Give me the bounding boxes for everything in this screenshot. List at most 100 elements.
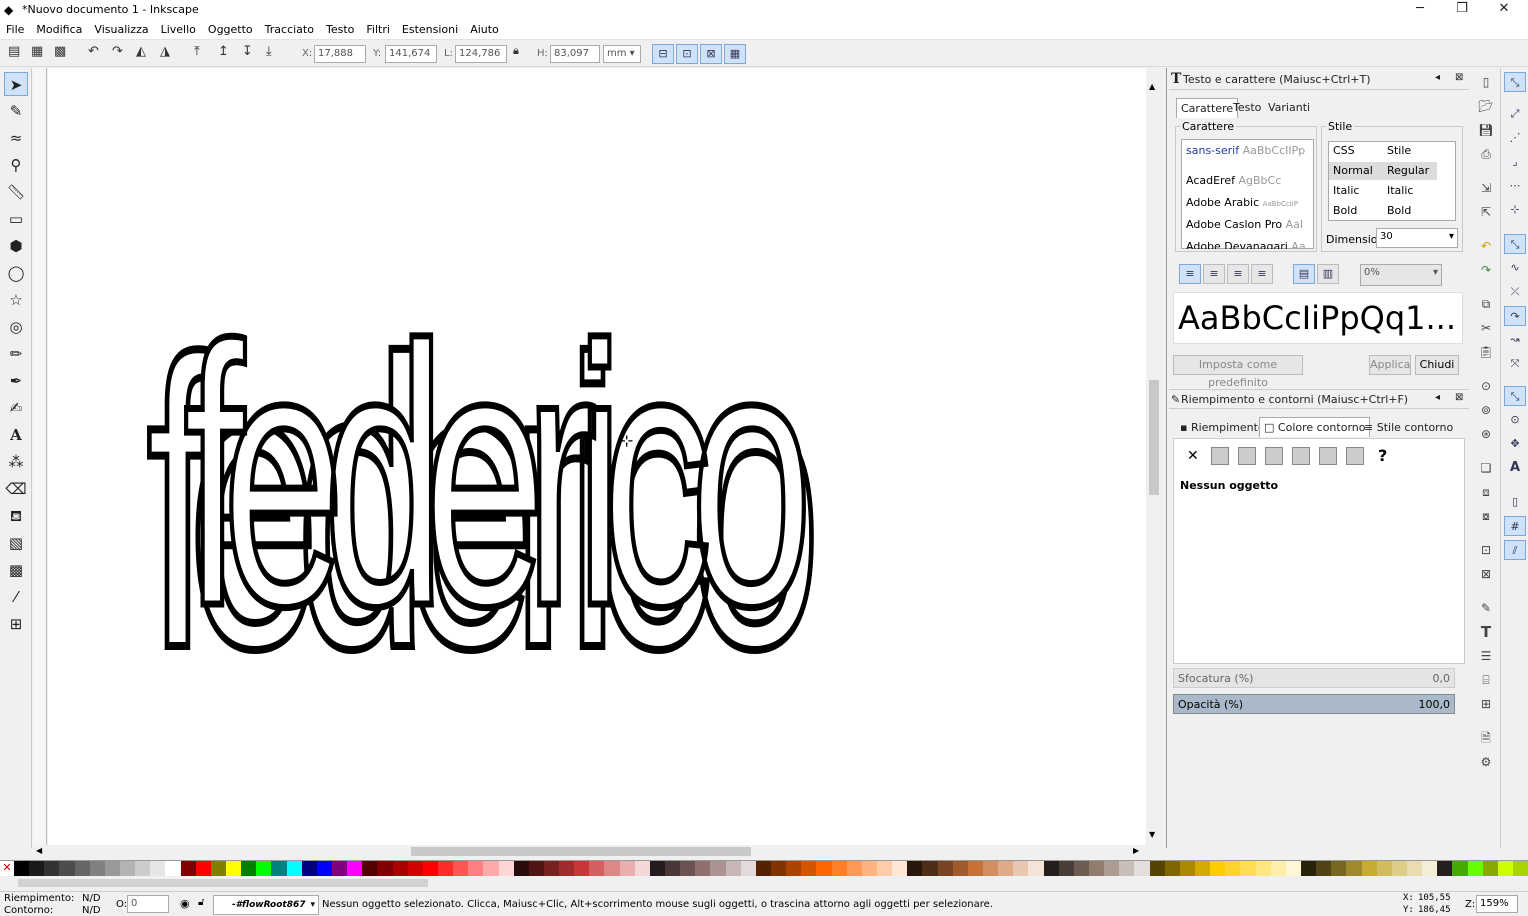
palette-swatch[interactable] (14, 861, 30, 876)
document-properties-icon[interactable]: 🗎︎ (1478, 730, 1494, 746)
zoom-selection-icon[interactable]: ⊙ (1478, 378, 1494, 394)
menu-filters[interactable]: Filtri (360, 20, 396, 36)
palette-swatch[interactable] (1376, 861, 1392, 876)
palette-swatch[interactable] (740, 861, 756, 876)
palette-swatch[interactable] (256, 861, 272, 876)
palette-swatch[interactable] (286, 861, 302, 876)
snap-nodes-icon[interactable]: ⤡ (1504, 234, 1526, 254)
swatch-button[interactable] (1346, 447, 1364, 465)
palette-swatch[interactable] (392, 861, 408, 876)
palette-swatch[interactable] (816, 861, 832, 876)
palette-swatch[interactable] (437, 861, 454, 876)
palette-swatch[interactable] (710, 861, 726, 876)
palette-swatch[interactable] (1361, 861, 1377, 876)
palette-swatch[interactable] (498, 861, 514, 876)
palette-swatch[interactable] (922, 861, 938, 876)
tweak-tool-icon[interactable]: ≈ (4, 126, 28, 150)
palette-swatch[interactable] (377, 861, 393, 876)
undo-icon[interactable]: ↶ (1478, 238, 1494, 254)
zoom-page-icon[interactable]: ⊛ (1478, 426, 1494, 442)
unset-paint-button[interactable]: ? (1378, 446, 1387, 465)
palette-swatch[interactable] (29, 861, 45, 876)
palette-swatch[interactable] (574, 861, 590, 876)
palette-swatch[interactable] (877, 861, 893, 876)
group-icon[interactable]: ⊡ (1478, 542, 1494, 558)
no-color-icon[interactable]: ✕ (0, 861, 14, 876)
selector-tool-icon[interactable]: ➤ (4, 72, 28, 96)
restore-button[interactable]: ❐ (1442, 0, 1482, 20)
palette-swatch[interactable] (422, 861, 438, 876)
tab-riempimento[interactable]: ▪ Riempimento (1176, 418, 1269, 437)
preferences-icon[interactable]: ⚙︎ (1478, 754, 1494, 770)
palette-swatch[interactable] (665, 861, 681, 876)
palette-swatch[interactable] (1467, 861, 1483, 876)
palette-swatch[interactable] (1346, 861, 1362, 876)
linear-gradient-button[interactable] (1238, 447, 1256, 465)
font-row[interactable]: Adobe Caslon Pro AaI (1186, 218, 1303, 231)
palette-swatch[interactable] (649, 861, 666, 876)
palette-swatch[interactable] (195, 861, 211, 876)
palette-swatch[interactable] (1164, 861, 1180, 876)
tab-stile-contorno[interactable]: ≡ Stile contorno (1360, 418, 1457, 437)
font-row[interactable]: Adobe Devanagari Aa (1186, 240, 1306, 249)
no-paint-button[interactable]: ✕ (1187, 448, 1199, 464)
palette-swatch[interactable] (1088, 861, 1105, 876)
lower-to-bottom-icon[interactable]: ⤓ (266, 44, 272, 59)
vertical-scroll-thumb[interactable] (1149, 380, 1159, 495)
line-spacing-select[interactable]: 0% ▾ (1360, 264, 1442, 286)
palette-swatch[interactable] (1119, 861, 1135, 876)
align-distribute-icon[interactable]: ⊞ (1478, 696, 1494, 712)
rotate-cw-icon[interactable]: ↷ (112, 44, 123, 59)
palette-swatch[interactable] (1422, 861, 1438, 876)
palette-swatch[interactable] (59, 861, 75, 876)
palette-swatch[interactable] (1270, 861, 1286, 876)
tab-testo[interactable]: Testo (1229, 98, 1265, 117)
unit-select[interactable]: mm ▾ (603, 45, 641, 63)
palette-swatch[interactable] (680, 861, 696, 876)
palette-swatch[interactable] (44, 861, 60, 876)
canvas[interactable]: federico federico ⊹ (48, 68, 1146, 845)
palette-swatch[interactable] (604, 861, 620, 876)
stroke-indicator-value[interactable]: N/D (82, 905, 101, 916)
star-tool-icon[interactable]: ☆ (4, 288, 28, 312)
snap-page-border-icon[interactable]: ▯ (1504, 492, 1526, 512)
palette-swatch[interactable] (1497, 861, 1513, 876)
dialog-close-icon[interactable]: ⊠ (1455, 72, 1463, 83)
close-button[interactable]: ✕ (1484, 0, 1524, 20)
palette-swatch[interactable] (1043, 861, 1059, 876)
pattern-button[interactable] (1319, 447, 1337, 465)
snap-bbox-edge-icon[interactable]: ⋰ (1504, 128, 1526, 148)
style-row-selected[interactable]: Normal Regular (1329, 162, 1437, 180)
palette-swatch[interactable] (1406, 861, 1423, 876)
layer-visibility-icon[interactable]: ◉ (180, 897, 190, 910)
zoom-input[interactable]: 159% (1476, 895, 1518, 913)
spray-tool-icon[interactable]: ⁂ (4, 450, 28, 474)
paste-icon[interactable]: 📋︎ (1478, 344, 1494, 360)
fill-indicator-value[interactable]: N/D (82, 893, 101, 904)
palette-swatch[interactable] (1437, 861, 1453, 876)
palette-swatch[interactable] (1285, 861, 1301, 876)
palette-swatch[interactable] (1482, 861, 1498, 876)
snap-rotation-center-icon[interactable]: ✥ (1504, 434, 1526, 454)
connector-tool-icon[interactable]: ⊞ (4, 612, 28, 636)
set-default-button[interactable]: Imposta come predefinito (1173, 355, 1303, 389)
vertical-text-button[interactable]: ▥ (1317, 264, 1339, 284)
federico-outline-front[interactable]: federico (180, 267, 829, 686)
palette-swatch[interactable] (725, 861, 741, 876)
palette-swatch[interactable] (892, 861, 908, 876)
snap-center-icon[interactable]: ⊙ (1504, 410, 1526, 430)
move-gradients-button[interactable]: ⊠ (700, 44, 722, 64)
rectangle-tool-icon[interactable]: ▭ (4, 207, 28, 231)
mesh-gradient-button[interactable] (1292, 447, 1310, 465)
xml-editor-icon[interactable]: ⌸ (1478, 672, 1494, 688)
palette-swatch[interactable] (119, 861, 136, 876)
fill-stroke-icon[interactable]: ✎ (1478, 600, 1494, 616)
snap-bbox-midpoint-icon[interactable]: ⋯ (1504, 176, 1526, 196)
print-icon[interactable]: ⎙ (1478, 146, 1494, 162)
open-icon[interactable]: 📂︎ (1478, 98, 1494, 114)
copy-icon[interactable]: ⧉ (1478, 296, 1494, 312)
palette-swatch[interactable] (1512, 861, 1528, 876)
font-row-selected[interactable]: sans-serif AaBbCcIIPp (1186, 144, 1305, 157)
palette-swatch[interactable] (210, 861, 226, 876)
scroll-up-icon[interactable]: ▲ (1149, 82, 1155, 91)
